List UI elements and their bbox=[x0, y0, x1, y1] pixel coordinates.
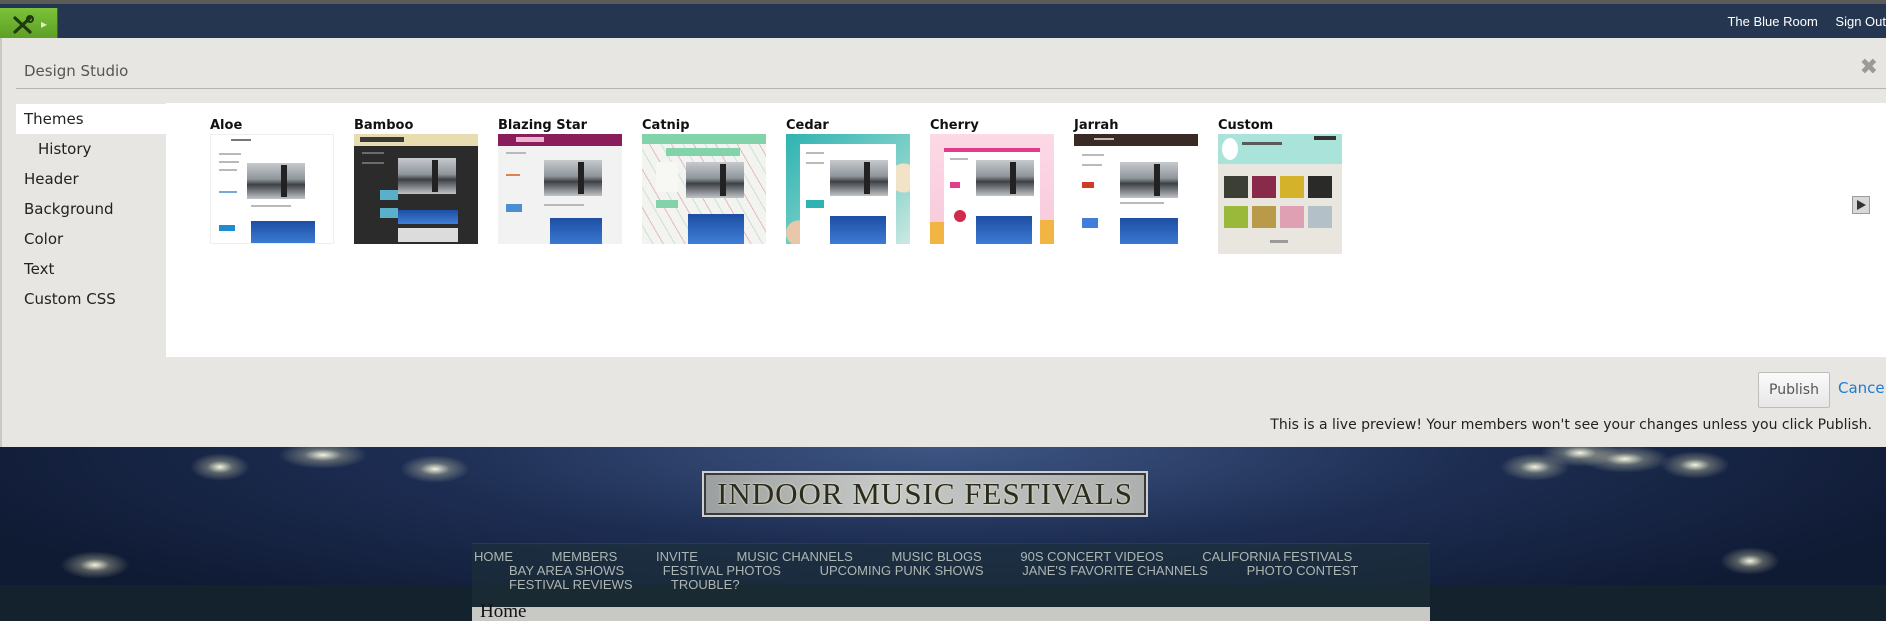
site-nav-festival-reviews[interactable]: FESTIVAL REVIEWS bbox=[509, 577, 633, 592]
link-sign-out[interactable]: Sign Out bbox=[1835, 14, 1886, 29]
site-nav-invite[interactable]: INVITE bbox=[656, 549, 698, 564]
sidebar-item-history[interactable]: History bbox=[16, 134, 166, 164]
stage-light bbox=[400, 455, 470, 483]
publish-button[interactable]: Publish bbox=[1758, 372, 1830, 408]
site-preview: INDOOR MUSIC FESTIVALS HOME MEMBERS INVI… bbox=[0, 447, 1886, 621]
theme-cherry[interactable]: Cherry bbox=[930, 117, 1054, 244]
next-arrow-icon[interactable] bbox=[1852, 196, 1870, 214]
theme-bamboo[interactable]: Bamboo bbox=[354, 117, 478, 244]
site-nav-members[interactable]: MEMBERS bbox=[552, 549, 618, 564]
site-nav-music-channels[interactable]: MUSIC CHANNELS bbox=[737, 549, 853, 564]
sidebar-item-text[interactable]: Text bbox=[16, 254, 166, 284]
theme-thumbnail bbox=[498, 134, 622, 244]
theme-name: Catnip bbox=[642, 118, 690, 133]
theme-thumbnail bbox=[1074, 134, 1198, 244]
site-title: INDOOR MUSIC FESTIVALS bbox=[717, 476, 1133, 511]
close-icon[interactable]: ✖ bbox=[1860, 57, 1878, 79]
page-heading: Home bbox=[480, 601, 527, 621]
theme-name: Cedar bbox=[786, 118, 829, 133]
theme-thumbnail bbox=[1218, 134, 1342, 254]
tools-menu-button[interactable]: ▸ bbox=[0, 8, 58, 42]
theme-thumbnail bbox=[210, 134, 334, 244]
sidebar-item-themes[interactable]: Themes bbox=[16, 104, 166, 134]
panel-title: Design Studio bbox=[24, 62, 129, 80]
stage-light bbox=[60, 551, 130, 579]
theme-name: Cherry bbox=[930, 118, 979, 133]
site-nav-photo-contest[interactable]: PHOTO CONTEST bbox=[1247, 563, 1359, 578]
stage-light bbox=[1580, 447, 1670, 473]
site-nav-trouble[interactable]: TROUBLE? bbox=[671, 577, 740, 592]
sidebar-item-header[interactable]: Header bbox=[16, 164, 166, 194]
site-nav-upcoming-punk-shows[interactable]: UPCOMING PUNK SHOWS bbox=[820, 563, 984, 578]
theme-catnip[interactable]: Catnip bbox=[642, 117, 766, 244]
stage-light bbox=[1720, 547, 1780, 575]
site-nav-90s-concert-videos[interactable]: 90S CONCERT VIDEOS bbox=[1020, 549, 1163, 564]
site-navigation: HOME MEMBERS INVITE MUSIC CHANNELS MUSIC… bbox=[472, 543, 1430, 617]
studio-sidebar: Themes History Header Background Color T… bbox=[16, 104, 166, 314]
site-content-area bbox=[472, 607, 1430, 621]
theme-thumbnail bbox=[354, 134, 478, 244]
sidebar-item-color[interactable]: Color bbox=[16, 224, 166, 254]
stage-light bbox=[1660, 451, 1730, 479]
site-nav-bay-area-shows[interactable]: BAY AREA SHOWS bbox=[509, 563, 624, 578]
theme-aloe[interactable]: Aloe bbox=[210, 117, 334, 244]
theme-name: Blazing Star bbox=[498, 118, 588, 133]
admin-toolbar: ▸ The Blue Room Sign Out bbox=[0, 0, 1886, 42]
theme-blazing-star[interactable]: Blazing Star bbox=[498, 117, 622, 244]
theme-jarrah[interactable]: Jarrah bbox=[1074, 117, 1198, 244]
site-nav-home[interactable]: HOME bbox=[474, 549, 513, 564]
stage-light bbox=[190, 453, 250, 481]
design-studio-panel: Design Studio ✖ Themes History Header Ba… bbox=[0, 38, 1886, 447]
theme-custom[interactable]: Custom bbox=[1218, 117, 1342, 254]
stage-light bbox=[278, 447, 368, 469]
site-header-banner: INDOOR MUSIC FESTIVALS bbox=[704, 473, 1146, 515]
theme-name: Jarrah bbox=[1074, 118, 1119, 133]
live-preview-notice: This is a live preview! Your members won… bbox=[1270, 417, 1872, 433]
site-nav-janes-favorite-channels[interactable]: JANE'S FAVORITE CHANNELS bbox=[1022, 563, 1208, 578]
cancel-link[interactable]: Cancel bbox=[1838, 379, 1886, 397]
tools-icon bbox=[13, 15, 34, 34]
theme-cedar[interactable]: Cedar bbox=[786, 117, 910, 244]
theme-thumbnail bbox=[642, 134, 766, 244]
theme-thumbnail bbox=[786, 134, 910, 244]
themes-gallery: Aloe Bamboo Blazing Star Catnip Cedar Ch… bbox=[166, 103, 1886, 357]
site-nav-music-blogs[interactable]: MUSIC BLOGS bbox=[891, 549, 981, 564]
theme-name: Aloe bbox=[210, 118, 243, 133]
sidebar-item-background[interactable]: Background bbox=[16, 194, 166, 224]
link-the-blue-room[interactable]: The Blue Room bbox=[1727, 14, 1817, 29]
theme-thumbnail bbox=[930, 134, 1054, 244]
site-nav-festival-photos[interactable]: FESTIVAL PHOTOS bbox=[663, 563, 781, 578]
site-nav-california-festivals[interactable]: CALIFORNIA FESTIVALS bbox=[1202, 549, 1352, 564]
theme-name: Bamboo bbox=[354, 118, 414, 133]
chevron-right-icon: ▸ bbox=[41, 17, 48, 31]
divider bbox=[16, 88, 1886, 89]
theme-name: Custom bbox=[1218, 118, 1274, 133]
sidebar-item-custom-css[interactable]: Custom CSS bbox=[16, 284, 166, 314]
